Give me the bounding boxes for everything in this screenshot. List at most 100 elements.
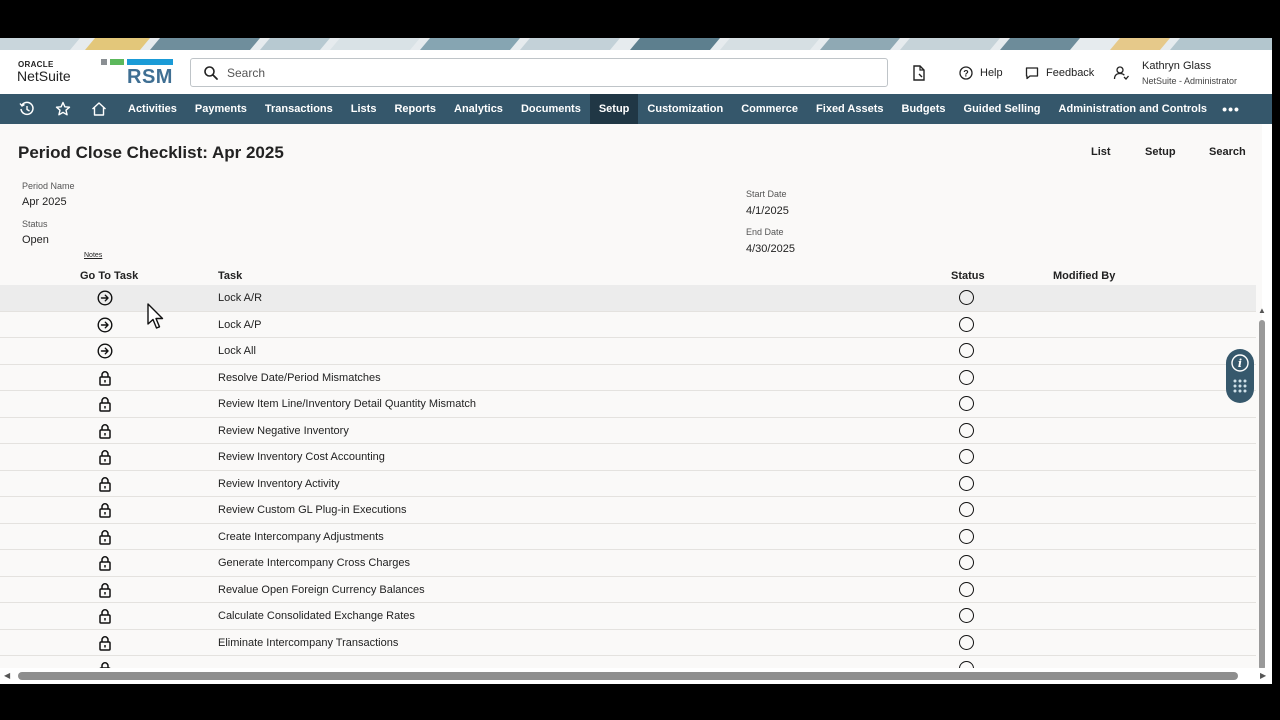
shortcuts-nav-button[interactable]: [45, 94, 81, 124]
more-nav-button[interactable]: •••: [1216, 94, 1246, 124]
user-roles-icon: [1113, 66, 1129, 80]
lock-icon[interactable]: [97, 476, 113, 492]
status-label: Status: [22, 219, 48, 229]
task-name: Review Inventory Cost Accounting: [218, 451, 385, 463]
scroll-up-icon[interactable]: ▲: [1258, 306, 1266, 315]
status-circle-icon[interactable]: [959, 343, 974, 358]
netsuite-logo-text[interactable]: NetSuite: [17, 68, 71, 84]
lock-icon[interactable]: [97, 529, 113, 545]
status-circle-icon[interactable]: [959, 449, 974, 464]
table-row[interactable]: Calculate Consolidated Exchange Rates: [0, 603, 1256, 630]
table-row[interactable]: Lock All: [0, 338, 1256, 365]
nav-item-lists[interactable]: Lists: [342, 94, 386, 124]
list-link[interactable]: List: [1091, 146, 1111, 158]
nav-item-guided-selling[interactable]: Guided Selling: [955, 94, 1050, 124]
table-row[interactable]: Review Item Line/Inventory Detail Quanti…: [0, 391, 1256, 418]
status-circle-icon[interactable]: [959, 634, 974, 650]
search-input[interactable]: [227, 63, 867, 83]
table-row[interactable]: Review Custom GL Plug-in Executions: [0, 497, 1256, 524]
lock-icon[interactable]: [97, 635, 113, 651]
user-role[interactable]: NetSuite - Administrator: [1142, 76, 1237, 86]
lock-icon[interactable]: [97, 555, 113, 571]
lock-icon[interactable]: [97, 582, 113, 598]
lock-icon[interactable]: [97, 449, 113, 465]
table-row[interactable]: Review Negative Inventory: [0, 418, 1256, 444]
lock-icon[interactable]: [97, 502, 113, 518]
column-header-goto: Go To Task: [80, 270, 139, 282]
status-circle-icon[interactable]: [959, 422, 974, 438]
scroll-right-icon[interactable]: ▶: [1260, 671, 1266, 680]
decorative-header-stripe: [0, 38, 1272, 50]
table-row[interactable]: Review Inventory Activity: [0, 471, 1256, 497]
home-nav-button[interactable]: [81, 94, 117, 124]
nav-item-reports[interactable]: Reports: [385, 94, 445, 124]
nav-item-documents[interactable]: Documents: [512, 94, 590, 124]
task-name: Lock A/P: [218, 318, 262, 331]
nav-item-setup[interactable]: Setup: [589, 94, 639, 124]
table-row[interactable]: Resolve Date/Period Mismatches: [0, 365, 1256, 391]
table-row[interactable]: Create Intercompany Adjustments: [0, 524, 1256, 550]
task-name: Eliminate Intercompany Transactions: [218, 636, 399, 649]
status-circle-icon[interactable]: [959, 290, 974, 305]
rsm-logo-text: RSM: [127, 66, 173, 88]
status-circle-icon[interactable]: [959, 608, 974, 623]
nav-item-activities[interactable]: Activities: [119, 94, 186, 124]
nav-item-budgets[interactable]: Budgets: [893, 94, 955, 124]
status-circle-icon[interactable]: [959, 369, 974, 385]
nav-item-transactions[interactable]: Transactions: [256, 94, 342, 124]
table-row[interactable]: Lock A/P: [0, 312, 1256, 338]
nav-item-administration-and-controls[interactable]: Administration and Controls: [1050, 94, 1217, 124]
end-date-value: 4/30/2025: [746, 243, 795, 255]
lock-icon[interactable]: [97, 661, 113, 668]
task-name: Revalue Open Foreign Currency Balances: [218, 583, 425, 596]
nav-item-analytics[interactable]: Analytics: [445, 94, 512, 124]
status-circle-icon[interactable]: [959, 661, 974, 668]
nav-item-payments[interactable]: Payments: [186, 94, 256, 124]
start-date-label: Start Date: [746, 189, 787, 199]
task-name: Generate Intercompany Cross Charges: [218, 557, 410, 569]
lock-icon[interactable]: [97, 370, 113, 386]
table-row[interactable]: Revalue Open Foreign Currency Balances: [0, 577, 1256, 603]
table-row[interactable]: Generate Intercompany Cross Charges: [0, 550, 1256, 577]
nav-item-customization[interactable]: Customization: [638, 94, 732, 124]
column-header-status: Status: [951, 270, 985, 282]
info-widget[interactable]: i: [1226, 349, 1254, 403]
scroll-left-icon[interactable]: ◀: [4, 671, 10, 680]
nav-item-commerce[interactable]: Commerce: [732, 94, 807, 124]
user-name[interactable]: Kathryn Glass: [1142, 60, 1211, 72]
home-icon: [92, 102, 106, 116]
global-search-box[interactable]: [190, 58, 888, 87]
status-circle-icon[interactable]: [959, 528, 974, 544]
arrow-right-circle-icon[interactable]: [97, 343, 113, 359]
help-button[interactable]: ? Help: [959, 62, 1003, 84]
notes-link[interactable]: Notes: [84, 252, 102, 259]
status-circle-icon[interactable]: [959, 475, 974, 491]
table-row[interactable]: [0, 656, 1256, 668]
user-menu-icon-button[interactable]: [1113, 62, 1129, 84]
status-circle-icon[interactable]: [959, 396, 974, 411]
table-row[interactable]: Eliminate Intercompany Transactions: [0, 630, 1256, 656]
status-circle-icon[interactable]: [959, 502, 974, 517]
setup-link[interactable]: Setup: [1145, 146, 1176, 158]
horizontal-scrollbar[interactable]: ◀ ▶: [0, 668, 1272, 684]
status-circle-icon[interactable]: [959, 555, 974, 570]
arrow-right-circle-icon[interactable]: [97, 290, 113, 306]
period-name-value: Apr 2025: [22, 196, 67, 208]
status-circle-icon[interactable]: [959, 581, 974, 597]
nav-item-fixed-assets[interactable]: Fixed Assets: [807, 94, 892, 124]
arrow-right-circle-icon[interactable]: [97, 316, 113, 333]
table-row[interactable]: Lock A/R: [0, 285, 1256, 312]
lock-icon[interactable]: [97, 396, 113, 412]
vertical-scroll-thumb[interactable]: [1259, 320, 1265, 670]
feedback-button[interactable]: Feedback: [1025, 62, 1094, 84]
column-header-modified-by: Modified By: [1053, 270, 1116, 282]
status-circle-icon[interactable]: [959, 316, 974, 332]
table-row[interactable]: Review Inventory Cost Accounting: [0, 444, 1256, 471]
recent-records-button[interactable]: [912, 62, 926, 84]
vertical-scrollbar[interactable]: ▲ ▼: [1256, 306, 1268, 684]
recent-records-nav-button[interactable]: [9, 94, 45, 124]
search-link[interactable]: Search: [1209, 146, 1246, 158]
lock-icon[interactable]: [97, 423, 113, 439]
horizontal-scroll-thumb[interactable]: [18, 672, 1238, 680]
lock-icon[interactable]: [97, 608, 113, 624]
